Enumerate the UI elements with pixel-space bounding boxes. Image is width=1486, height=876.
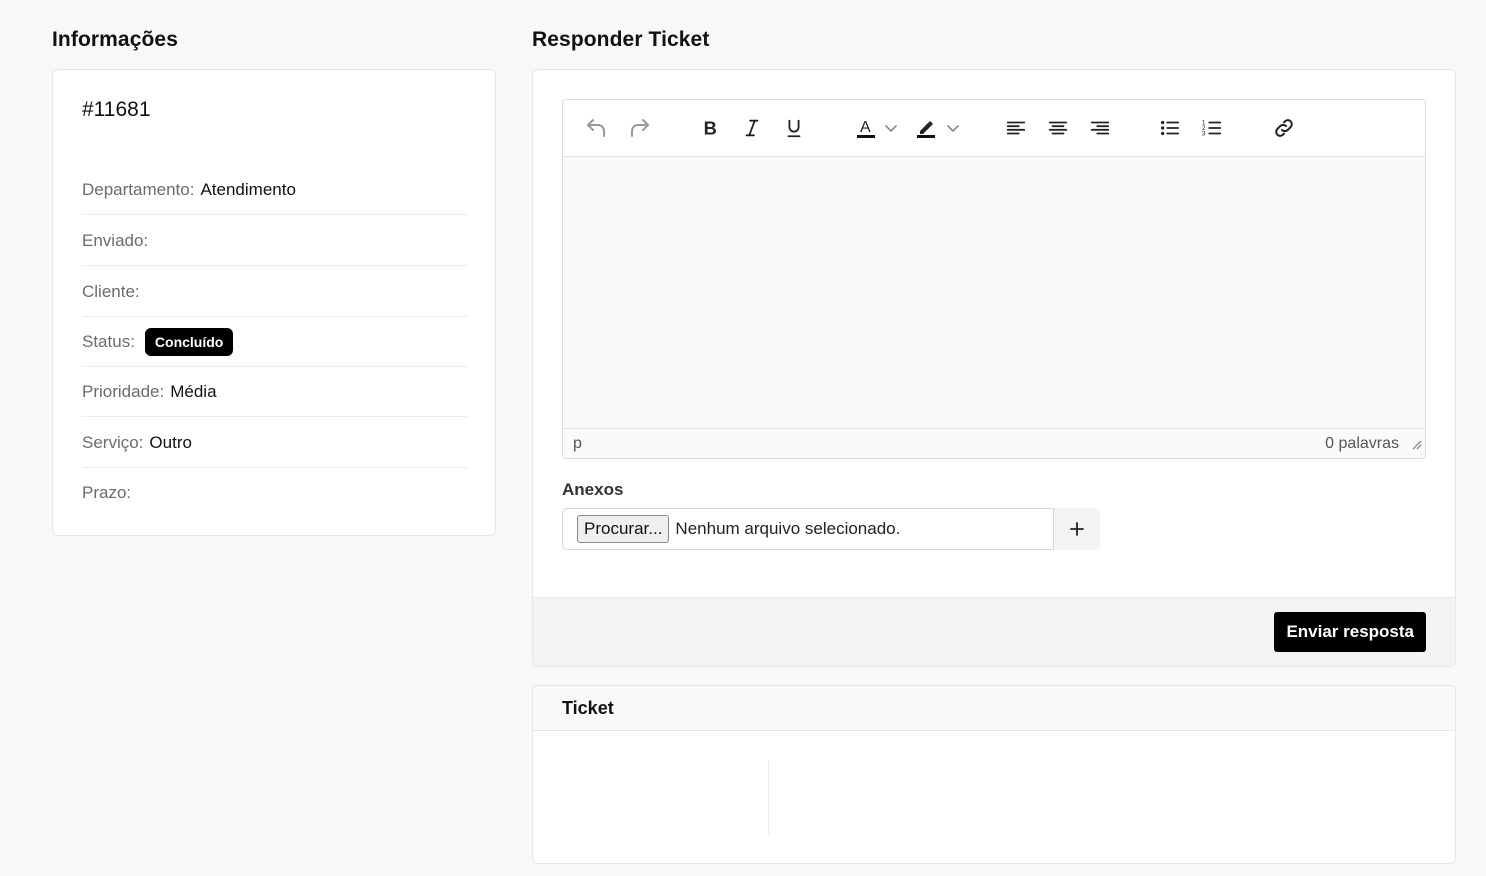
info-row-status: Status: Concluído [82,317,467,367]
element-path[interactable]: p [573,435,582,453]
resize-handle-icon[interactable] [1410,437,1422,455]
rich-text-editor: B A 1 2 3 p 0 palavras [562,99,1426,459]
undo-icon[interactable] [581,113,611,143]
underline-icon[interactable] [779,113,809,143]
highlight-chevron-down-icon[interactable] [943,113,963,143]
redo-icon[interactable] [625,113,655,143]
highlight-icon[interactable] [911,113,941,143]
status-label: Status: [82,331,135,351]
department-label: Departamento: [82,179,195,199]
info-row-client: Cliente: [82,267,467,317]
svg-text:A: A [860,119,871,136]
add-attachment-button[interactable] [1054,508,1100,550]
attachments-label: Anexos [562,480,624,499]
send-reply-button[interactable]: Enviar resposta [1274,612,1426,652]
ticket-header: Ticket [533,686,1455,731]
svg-text:B: B [704,117,717,138]
info-row-service: Serviço: Outro [82,418,467,468]
align-center-icon[interactable] [1043,113,1073,143]
reply-section-title: Responder Ticket [532,28,710,51]
numbered-list-icon[interactable]: 123 [1197,113,1227,143]
info-row-priority: Prioridade: Média [82,367,467,417]
info-section-title: Informações [52,28,178,51]
ticket-card: Ticket [532,685,1456,864]
sent-label: Enviado: [82,230,149,250]
info-row-sent: Enviado: [82,216,467,266]
align-right-icon[interactable] [1085,113,1115,143]
editor-content-area[interactable] [563,157,1425,429]
text-color-icon[interactable]: A [851,113,881,143]
editor-toolbar: B A 1 2 3 [563,100,1425,157]
priority-value: Média [170,381,217,401]
ticket-number: #11681 [82,98,151,121]
client-label: Cliente: [82,281,140,301]
bold-icon[interactable]: B [695,113,725,143]
text-color-chevron-down-icon[interactable] [881,113,901,143]
italic-icon[interactable] [737,113,767,143]
link-icon[interactable] [1269,113,1299,143]
info-row-deadline: Prazo: [82,468,467,518]
editor-statusbar: p 0 palavras [563,428,1425,458]
align-left-icon[interactable] [1001,113,1031,143]
word-count[interactable]: 0 palavras [1325,435,1399,453]
ticket-column-divider [768,761,769,835]
svg-text:3: 3 [1202,130,1206,137]
file-input[interactable]: Procurar... Nenhum arquivo selecionado. [562,508,1054,550]
service-value: Outro [149,432,192,452]
bullet-list-icon[interactable] [1155,113,1185,143]
browse-button[interactable]: Procurar... [577,515,670,543]
reply-card: B A 1 2 3 p 0 palavras Anexos Procurar..… [532,69,1456,667]
status-badge: Concluído [144,327,234,356]
plus-icon [1070,522,1084,536]
service-label: Serviço: [82,432,144,452]
reply-footer: Enviar resposta [533,597,1455,666]
department-value: Atendimento [200,179,296,199]
ticket-header-title: Ticket [562,698,614,718]
priority-label: Prioridade: [82,381,165,401]
deadline-label: Prazo: [82,483,132,502]
info-row-department: Departamento: Atendimento [82,165,467,215]
info-card: #11681 Departamento: Atendimento Enviado… [52,69,496,536]
no-file-selected-text: Nenhum arquivo selecionado. [675,519,901,538]
